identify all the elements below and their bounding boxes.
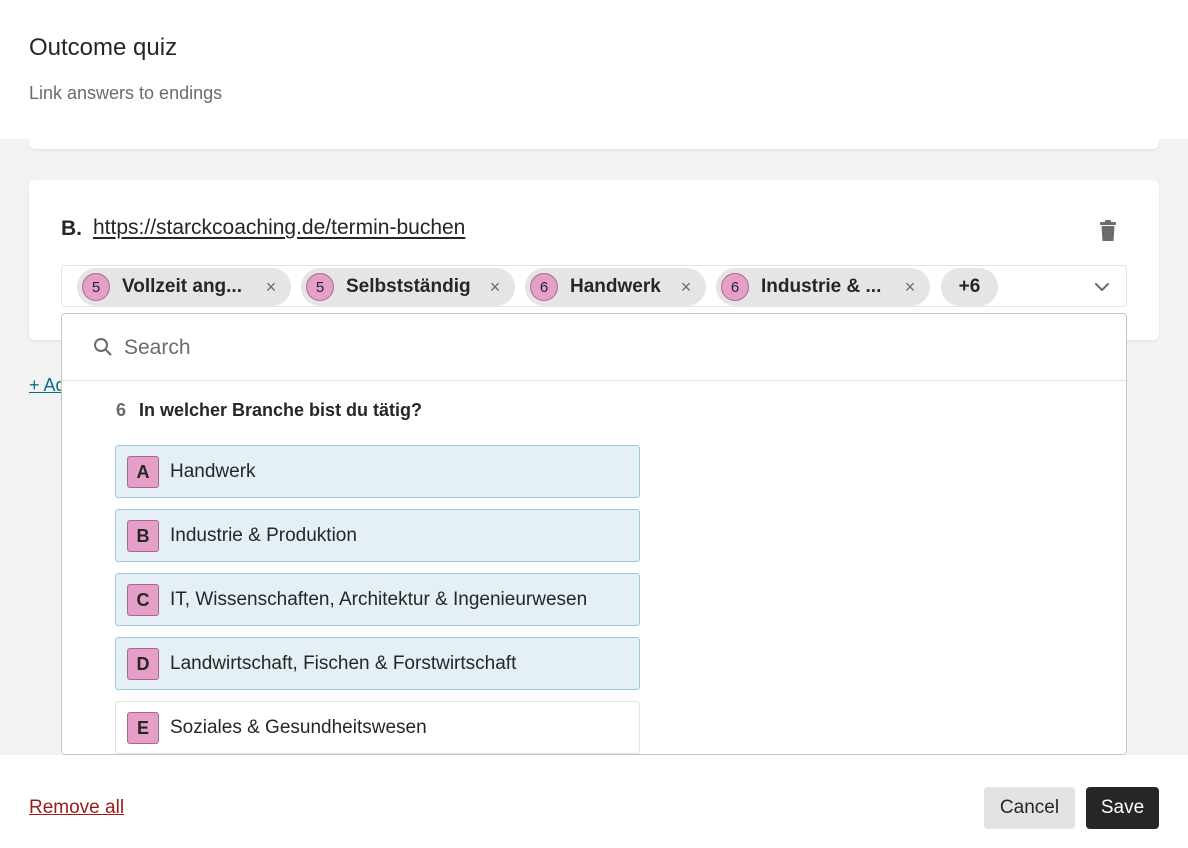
- option-label: Soziales & Gesundheitswesen: [170, 717, 427, 738]
- chip-label: Selbstständig: [346, 276, 471, 297]
- answer-option[interactable]: C IT, Wissenschaften, Architektur & Inge…: [115, 573, 640, 626]
- answer-chip: 6 Handwerk ×: [525, 268, 706, 306]
- option-letter-badge: A: [127, 456, 159, 488]
- question-number-badge: 5: [82, 273, 110, 301]
- option-letter-badge: C: [127, 584, 159, 616]
- answer-dropdown: 6 In welcher Branche bist du tätig? A Ha…: [61, 313, 1127, 755]
- modal-header: Outcome quiz Link answers to endings: [0, 0, 1188, 139]
- option-label: Handwerk: [170, 461, 256, 482]
- page-title: Outcome quiz: [29, 34, 178, 61]
- answer-chip: 6 Industrie & ... ×: [716, 268, 930, 306]
- option-label: Landwirtschaft, Fischen & Forstwirtschaf…: [170, 653, 517, 674]
- answer-option[interactable]: D Landwirtschaft, Fischen & Forstwirtsch…: [115, 637, 640, 690]
- search-icon: [93, 337, 113, 357]
- ending-letter: B.: [61, 217, 82, 240]
- answer-option[interactable]: B Industrie & Produktion: [115, 509, 640, 562]
- page-subtitle: Link answers to endings: [29, 83, 223, 103]
- chevron-down-icon[interactable]: [1092, 277, 1112, 297]
- cancel-button[interactable]: Cancel: [984, 787, 1075, 829]
- option-letter-badge: B: [127, 520, 159, 552]
- question-number-badge: 5: [306, 273, 334, 301]
- save-button[interactable]: Save: [1086, 787, 1159, 829]
- chip-label: Industrie & ...: [761, 276, 882, 297]
- close-icon[interactable]: ×: [485, 277, 505, 297]
- answer-option[interactable]: E Soziales & Gesundheitswesen: [115, 701, 640, 754]
- answer-chip: 5 Vollzeit ang... ×: [77, 268, 291, 306]
- question-number-badge: 6: [530, 273, 558, 301]
- question-number: 6: [116, 400, 127, 420]
- close-icon[interactable]: ×: [261, 277, 281, 297]
- modal-footer: Remove all Cancel Save: [0, 755, 1188, 848]
- ending-url-link[interactable]: https://starckcoaching.de/termin-buchen: [93, 216, 465, 240]
- question-text: In welcher Branche bist du tätig?: [139, 400, 423, 420]
- previous-ending-card: [29, 139, 1159, 149]
- more-answers-chip[interactable]: +6: [941, 268, 998, 306]
- chip-label: Vollzeit ang...: [122, 276, 242, 297]
- answer-chip: 5 Selbstständig ×: [301, 268, 515, 306]
- close-icon[interactable]: ×: [676, 277, 696, 297]
- chip-label: Handwerk: [570, 276, 661, 297]
- option-letter-badge: E: [127, 712, 159, 744]
- option-label: IT, Wissenschaften, Architektur & Ingeni…: [170, 589, 588, 610]
- trash-icon[interactable]: [1099, 220, 1117, 242]
- search-input[interactable]: [124, 330, 1084, 366]
- option-letter-badge: D: [127, 648, 159, 680]
- question-number-badge: 6: [721, 273, 749, 301]
- search-row: [62, 314, 1126, 381]
- answer-tag-field[interactable]: 5 Vollzeit ang... × 5 Selbstständig × 6 …: [61, 265, 1127, 307]
- option-label: Industrie & Produktion: [170, 525, 357, 546]
- close-icon[interactable]: ×: [900, 277, 920, 297]
- answer-option[interactable]: A Handwerk: [115, 445, 640, 498]
- remove-all-link[interactable]: Remove all: [29, 797, 124, 819]
